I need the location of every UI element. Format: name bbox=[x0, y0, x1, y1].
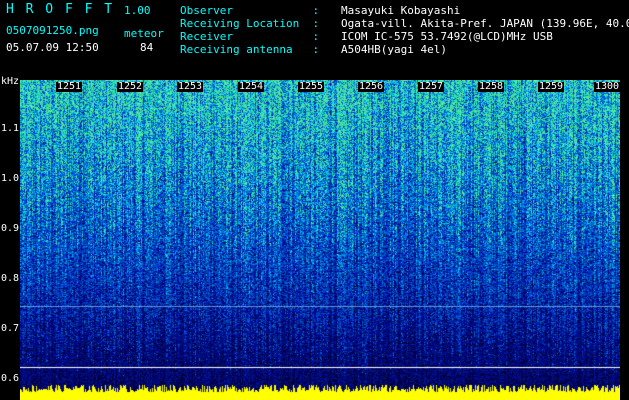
time-label-1255: 1255 bbox=[298, 81, 325, 92]
time-label-1259: 1259 bbox=[538, 81, 565, 92]
info-value-location: Ogata-vill. Akita-Pref. JAPAN (139.96E, … bbox=[341, 17, 629, 30]
time-label-1300: 1300 bbox=[594, 81, 621, 92]
freq-label-0-6: 0.6 bbox=[1, 373, 20, 384]
freq-label-0-7: 0.7 bbox=[1, 323, 20, 334]
time-label-1257: 1257 bbox=[418, 81, 445, 92]
meteor-label: meteor bbox=[124, 27, 164, 40]
spectrogram-display bbox=[20, 80, 620, 400]
info-value-antenna: A504HB(yagi 4el) bbox=[341, 43, 447, 56]
info-value-receiver: ICOM IC-575 53.7492(@LCD)MHz USB bbox=[341, 30, 553, 43]
file-name: 0507091250.png bbox=[6, 24, 99, 37]
freq-label-0-8: 0.8 bbox=[1, 273, 20, 284]
freq-label-0-9: 0.9 bbox=[1, 223, 20, 234]
app-version: 1.00 bbox=[124, 4, 151, 17]
freq-label-1-0: 1.0 bbox=[1, 173, 20, 184]
time-label-1253: 1253 bbox=[177, 81, 204, 92]
meteor-count: 84 bbox=[140, 41, 154, 54]
info-label-observer: Observer : bbox=[180, 4, 320, 17]
date-time: 05.07.09 12:50 bbox=[6, 41, 99, 54]
spectrogram-canvas bbox=[20, 80, 620, 400]
header-panel: H R O F F T 1.00 0507091250.png meteor 0… bbox=[0, 0, 629, 76]
freq-label-1-1: 1.1 bbox=[1, 123, 20, 134]
time-label-1256: 1256 bbox=[358, 81, 385, 92]
info-value-observer: Masayuki Kobayashi bbox=[341, 4, 461, 17]
frequency-unit: kHz bbox=[1, 76, 20, 87]
info-label-receiver: Receiver : bbox=[180, 30, 320, 43]
time-label-1252: 1252 bbox=[117, 81, 144, 92]
info-label-antenna: Receiving antenna : bbox=[180, 43, 320, 56]
time-label-1258: 1258 bbox=[478, 81, 505, 92]
frequency-axis: kHz 1.1 1.0 0.9 0.8 0.7 0.6 bbox=[0, 76, 20, 400]
time-label-1254: 1254 bbox=[238, 81, 265, 92]
time-label-1251: 1251 bbox=[56, 81, 83, 92]
app-title: H R O F F T bbox=[6, 2, 115, 17]
info-label-location: Receiving Location : bbox=[180, 17, 320, 30]
